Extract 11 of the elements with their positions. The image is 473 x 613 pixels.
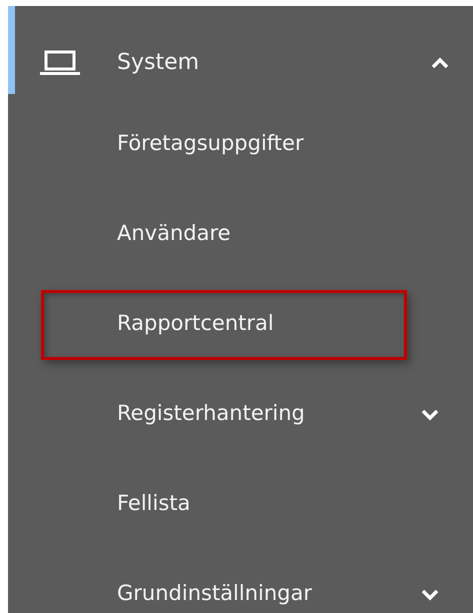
menu-item[interactable]: Företagsuppgifter bbox=[41, 110, 407, 180]
caret-down-icon[interactable] bbox=[421, 409, 439, 421]
laptop-icon bbox=[40, 50, 80, 76]
menu-item[interactable]: Grundinställningar bbox=[41, 560, 407, 613]
menu-header[interactable]: System bbox=[117, 50, 427, 75]
menu-item[interactable]: Användare bbox=[41, 200, 407, 270]
menu-item[interactable]: Registerhantering bbox=[41, 380, 407, 450]
caret-down-icon[interactable] bbox=[421, 589, 439, 601]
menu-item[interactable]: Rapportcentral bbox=[41, 290, 407, 360]
caret-up-icon[interactable] bbox=[431, 56, 449, 68]
menu-item[interactable]: Fellista bbox=[41, 470, 407, 540]
